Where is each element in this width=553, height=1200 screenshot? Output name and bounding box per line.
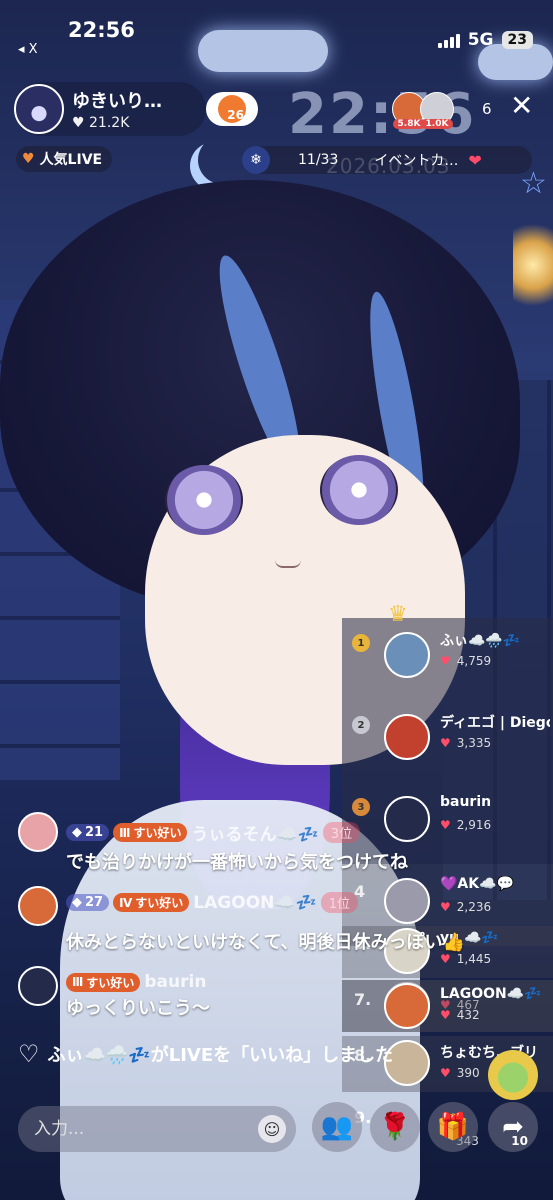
heart-icon: ♥ [440, 818, 451, 832]
battery-level: 23 [501, 31, 533, 49]
ranking-score: 390 [456, 1066, 480, 1080]
cloud-decoration [198, 30, 328, 72]
status-indicators: 5G 23 [437, 30, 533, 50]
popular-live-label: 人気LIVE [39, 152, 103, 168]
rose-gift-button[interactable]: 🌹 [370, 1102, 420, 1152]
heart-level-badge[interactable]: 26 [206, 92, 258, 126]
rose-icon: 🌹 [378, 1112, 412, 1142]
comment-input[interactable] [34, 1119, 234, 1139]
ranking-name: LAGOON☁️💤 [440, 986, 542, 1002]
host-profile[interactable]: ゆきいり… ♥ 21.2K [14, 82, 206, 136]
network-type: 5G [467, 30, 494, 50]
chat-message: でも治りかけが一番怖いから気をつけてね [66, 852, 408, 873]
user-level-badge: ◆ 21 [66, 824, 110, 841]
multi-guest-button[interactable]: 👥 [312, 1102, 362, 1152]
event-banner[interactable]: ❄ 11/33 イベントカ… ❤ [242, 146, 532, 174]
ranking-name: ディエゴ | Diego [440, 715, 550, 731]
ranking-avatar[interactable] [384, 796, 430, 842]
viewer-score: 1.0K [421, 119, 453, 129]
chat-avatar[interactable] [18, 966, 58, 1006]
chat-header: ◆ 21 Ⅲ すい好い うぃるそん☁️💤 3位 [66, 820, 361, 845]
event-progress: 11/33 [298, 152, 339, 168]
ranking-row[interactable]: 7. LAGOON☁️💤 ♥ 432 [342, 980, 553, 1032]
bronze-medal-icon: 3 [352, 798, 370, 816]
ranking-score: 3,335 [456, 736, 492, 750]
heart-icon: ♥ [440, 952, 451, 966]
chat-message: ゆっくりいこう〜 [66, 998, 210, 1019]
chat-message: 休みとらないといけなくて、明後日休みっぽい👍 [66, 932, 465, 953]
signal-icon [437, 32, 460, 48]
snowflake-icon: ❄ [242, 146, 270, 174]
gift-button[interactable]: 🎁 [428, 1102, 478, 1152]
ranking-score: 2,916 [456, 818, 492, 832]
ranking-score: 1,445 [456, 952, 492, 966]
ranking-number: 7. [354, 990, 372, 1009]
share-button[interactable]: ➦ 10 [488, 1102, 538, 1152]
heart-icon: ♥ [440, 1066, 451, 1080]
heart-icon: ♥ [440, 736, 451, 750]
chat-username[interactable]: baurin [144, 972, 206, 992]
heart-outline-icon: ♡ [18, 1040, 40, 1068]
host-likes-count: 21.2K [89, 115, 130, 131]
viewer-count: 6 [482, 100, 492, 118]
viewer-avatar[interactable]: 1.0K [420, 92, 454, 129]
chat-username[interactable]: うぃるそん☁️💤 [191, 820, 318, 845]
people-icon: 👥 [320, 1112, 354, 1142]
crown-icon: ♛ [388, 602, 408, 627]
rank-place-badge: 1位 [320, 892, 358, 913]
heart-icon: ♥ [72, 115, 85, 131]
close-icon[interactable]: ✕ [510, 92, 533, 120]
ranking-name: 💜AK☁️💬 [440, 876, 514, 892]
moon-decoration [198, 136, 246, 184]
fan-badge: Ⅲ すい好い [66, 972, 141, 992]
chat-header: ◆ 27 Ⅳ すい好い LAGOON☁️💤 1位 [66, 892, 358, 913]
emoji-icon[interactable]: ☺ [258, 1115, 286, 1143]
silver-medal-icon: 2 [352, 716, 370, 734]
character-mouth [275, 560, 301, 568]
share-count: 10 [511, 1134, 528, 1148]
ranking-avatar[interactable] [384, 714, 430, 760]
heart-level-icon: 26 [218, 95, 246, 123]
event-title: イベントカ… [374, 153, 459, 169]
host-avatar[interactable] [14, 84, 64, 134]
character-eye-right [320, 455, 398, 525]
back-to-app-link[interactable]: ◂ X [18, 42, 38, 57]
host-name: ゆきいり… [72, 91, 162, 112]
ranking-avatar[interactable] [384, 632, 430, 678]
gift-icon: 🎁 [436, 1112, 470, 1142]
ranking-name: baurin [440, 794, 492, 810]
chat-username[interactable]: LAGOON☁️💤 [193, 893, 316, 913]
ranking-avatar[interactable] [384, 878, 430, 924]
gold-medal-icon: 1 [352, 634, 370, 652]
character-eye-left [165, 465, 243, 535]
heart-icon: ♥ [440, 900, 451, 914]
ranking-score: 4,759 [456, 654, 492, 668]
ranking-name: ふぃ☁️🌧️💤 [440, 633, 521, 649]
user-level-badge: ◆ 27 [66, 894, 110, 911]
heart-icon: ♥ [440, 1008, 451, 1022]
ranking-row[interactable]: ♛ 1 ふぃ☁️🌧️💤 ♥ 4,759 [342, 602, 553, 700]
gift-icon: ❤ [468, 150, 482, 170]
mascot-icon[interactable] [488, 1050, 538, 1100]
diamond-icon: ◆ [72, 895, 82, 910]
heart-icon: ♥ [22, 151, 35, 167]
ranking-avatar[interactable] [384, 983, 430, 1029]
chat-header: Ⅲ すい好い baurin [66, 972, 206, 992]
ranking-score: 2,236 [456, 900, 492, 914]
fan-badge: Ⅲ すい好い [113, 823, 188, 842]
diamond-icon: ◆ [72, 825, 82, 840]
chat-avatar[interactable] [18, 886, 58, 926]
ranking-score: 432 [456, 1008, 480, 1022]
ranking-row[interactable]: 2 ディエゴ | Diego ♥ 3,335 [342, 700, 553, 782]
viewer-list[interactable]: 5.8K 1.0K 6 [392, 92, 492, 129]
popular-live-tag[interactable]: ♥ 人気LIVE [16, 146, 113, 172]
fan-badge: Ⅳ すい好い [113, 893, 190, 912]
comment-input-bar[interactable]: ☺ [18, 1106, 296, 1152]
rank-place-badge: 3位 [322, 822, 361, 843]
like-notice-text: ふぃ☁️🌧️💤がLIVEを「いいね」しました [47, 1045, 394, 1066]
status-time: 22:56 [68, 18, 135, 42]
chat-avatar[interactable] [18, 812, 58, 852]
heart-icon: ♥ [440, 654, 451, 668]
like-notification: ♡ ふぃ☁️🌧️💤がLIVEを「いいね」しました [18, 1040, 393, 1068]
